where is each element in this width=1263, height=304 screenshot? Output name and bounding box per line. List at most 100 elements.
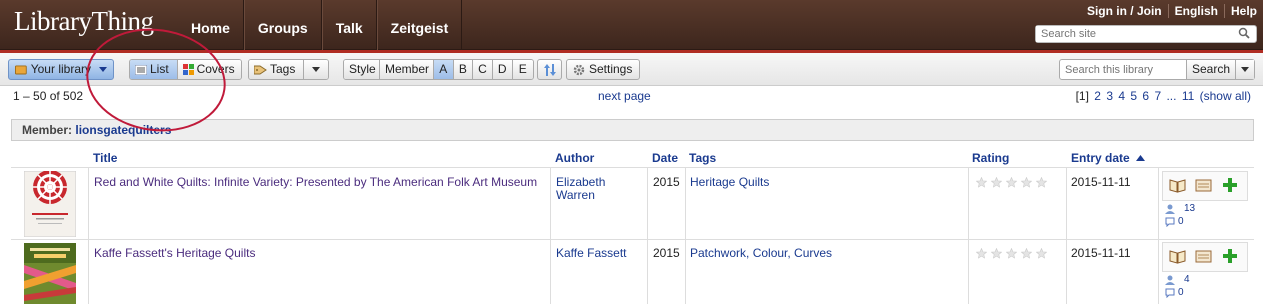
- column-header-entry-date[interactable]: Entry date: [1071, 151, 1146, 165]
- tags-label: Tags: [270, 62, 296, 76]
- page-link-2[interactable]: 2: [1094, 89, 1101, 103]
- review-book-icon[interactable]: [1195, 249, 1212, 264]
- add-plus-icon[interactable]: [1223, 178, 1237, 192]
- search-options-dropdown[interactable]: [1235, 60, 1254, 79]
- style-label: Style: [344, 60, 380, 79]
- column-divider: [647, 168, 648, 304]
- your-library-label: Your library: [30, 62, 91, 76]
- reviews-count-value: 0: [1178, 287, 1184, 298]
- gear-icon: [573, 64, 585, 75]
- library-search-box: Search: [1059, 59, 1255, 80]
- sort-arrows-icon: [543, 63, 556, 76]
- review-book-icon[interactable]: [1195, 178, 1212, 193]
- style-c-button[interactable]: C: [473, 60, 493, 79]
- current-page: [1]: [1075, 89, 1089, 103]
- tag-link[interactable]: Heritage Quilts: [690, 176, 769, 189]
- column-header-tags[interactable]: Tags: [689, 151, 716, 165]
- author-link[interactable]: Kaffe Fassett: [556, 247, 642, 260]
- speech-bubble-icon: [1165, 217, 1175, 227]
- column-divider: [685, 168, 686, 304]
- nav-groups[interactable]: Groups: [243, 0, 322, 50]
- site-search-box: [1035, 25, 1257, 43]
- entry-date: 2015-11-11: [1071, 246, 1131, 260]
- star-icon[interactable]: [991, 177, 1002, 188]
- book-title-link[interactable]: Red and White Quilts: Infinite Variety: …: [94, 176, 544, 189]
- style-d-button[interactable]: D: [492, 60, 513, 79]
- row-actions: [1162, 171, 1248, 201]
- reviews-count[interactable]: 0: [1165, 287, 1184, 298]
- member-label: Member:: [22, 123, 73, 137]
- member-style-button[interactable]: Member: [380, 60, 434, 79]
- members-count[interactable]: 4: [1165, 274, 1190, 285]
- person-icon: [1165, 275, 1175, 285]
- nav-zeitgeist[interactable]: Zeitgeist: [376, 0, 463, 50]
- book-title-link[interactable]: Kaffe Fassett's Heritage Quilts: [94, 247, 544, 260]
- page-link-3[interactable]: 3: [1106, 89, 1113, 103]
- style-b-button[interactable]: B: [453, 60, 474, 79]
- book-cover-thumbnail[interactable]: [24, 243, 76, 304]
- tags-dropdown-button[interactable]: [303, 60, 328, 79]
- page-link-5[interactable]: 5: [1130, 89, 1137, 103]
- star-icon[interactable]: [976, 177, 987, 188]
- rating-stars[interactable]: [976, 177, 1047, 188]
- page-link-11[interactable]: 11: [1182, 89, 1194, 103]
- tag-link[interactable]: Patchwork, Colour, Curves: [690, 247, 832, 260]
- star-icon[interactable]: [1006, 177, 1017, 188]
- style-e-button[interactable]: E: [512, 60, 533, 79]
- settings-label: Settings: [589, 62, 633, 76]
- row-divider: [11, 239, 1254, 240]
- column-divider: [1066, 168, 1067, 304]
- column-header-title[interactable]: Title: [93, 151, 117, 165]
- star-icon[interactable]: [1036, 248, 1047, 259]
- book-cover-thumbnail[interactable]: [24, 171, 76, 237]
- entry-date-label: Entry date: [1071, 151, 1130, 165]
- site-search-input[interactable]: [1036, 26, 1226, 42]
- page-ellipsis: ...: [1166, 89, 1177, 103]
- help-link[interactable]: Help: [1223, 4, 1263, 18]
- search-icon[interactable]: [1238, 27, 1250, 39]
- folder-icon: [15, 65, 27, 75]
- open-book-icon[interactable]: [1169, 178, 1186, 193]
- column-header-author[interactable]: Author: [555, 151, 594, 165]
- tags-menu: Tags: [248, 59, 329, 80]
- chevron-down-icon: [1241, 67, 1250, 72]
- style-a-button[interactable]: A: [434, 60, 454, 79]
- settings-button[interactable]: Settings: [566, 59, 640, 80]
- show-all-link[interactable]: (show all): [1200, 89, 1251, 103]
- star-icon[interactable]: [1006, 248, 1017, 259]
- star-icon[interactable]: [1021, 177, 1032, 188]
- library-search-input[interactable]: [1060, 60, 1186, 79]
- page-link-6[interactable]: 6: [1142, 89, 1149, 103]
- publication-date: 2015: [653, 246, 680, 260]
- star-icon[interactable]: [1036, 177, 1047, 188]
- star-icon[interactable]: [1021, 248, 1032, 259]
- page-link-7[interactable]: 7: [1154, 89, 1161, 103]
- add-plus-icon[interactable]: [1223, 249, 1237, 263]
- next-page-link[interactable]: next page: [598, 89, 651, 103]
- library-search-button[interactable]: Search: [1186, 60, 1236, 79]
- speech-bubble-icon: [1165, 288, 1175, 298]
- star-icon[interactable]: [976, 248, 987, 259]
- column-divider: [550, 168, 551, 304]
- nav-talk[interactable]: Talk: [321, 0, 377, 50]
- person-icon: [1165, 204, 1175, 214]
- sort-order-button[interactable]: [537, 59, 562, 80]
- table-header-divider: [11, 167, 1254, 168]
- open-book-icon[interactable]: [1169, 249, 1186, 264]
- sign-in-link[interactable]: Sign in / Join: [1081, 4, 1168, 18]
- column-divider: [1158, 168, 1159, 304]
- publication-date: 2015: [653, 175, 680, 189]
- members-count[interactable]: 13: [1165, 203, 1195, 214]
- author-link[interactable]: Elizabeth Warren: [556, 176, 642, 202]
- reviews-count[interactable]: 0: [1165, 216, 1184, 227]
- column-header-rating[interactable]: Rating: [972, 151, 1009, 165]
- page-link-4[interactable]: 4: [1118, 89, 1125, 103]
- language-link[interactable]: English: [1167, 4, 1224, 18]
- star-icon[interactable]: [991, 248, 1002, 259]
- entry-date: 2015-11-11: [1071, 175, 1131, 189]
- row-actions: [1162, 242, 1248, 272]
- column-header-date[interactable]: Date: [652, 151, 678, 165]
- column-divider: [88, 168, 89, 304]
- tags-button[interactable]: Tags: [249, 60, 304, 79]
- rating-stars[interactable]: [976, 248, 1047, 259]
